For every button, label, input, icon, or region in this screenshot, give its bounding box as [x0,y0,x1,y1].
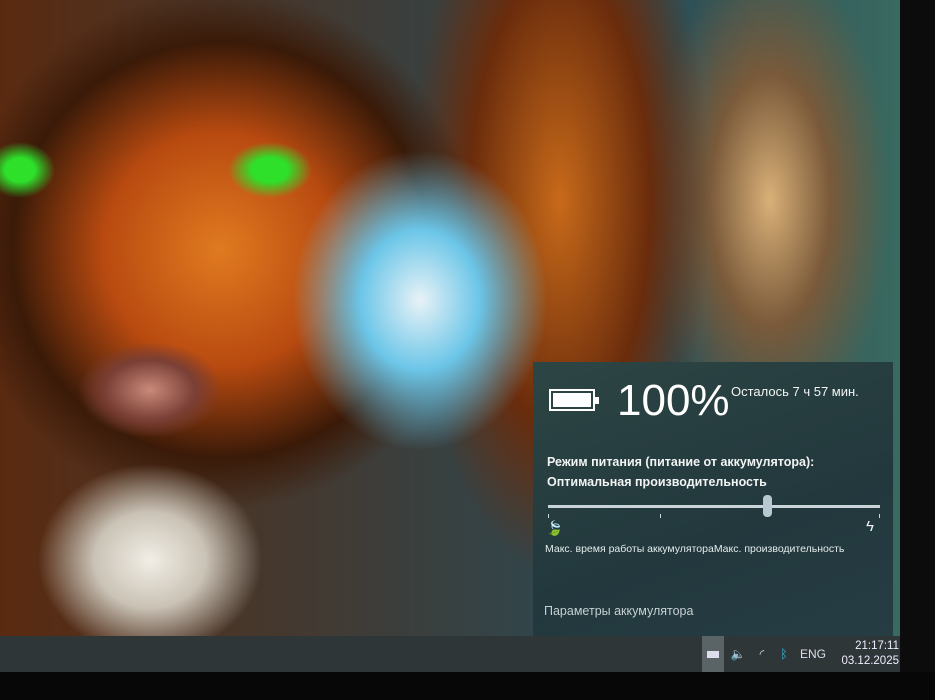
lightning-icon: ϟ [866,518,874,535]
clock[interactable]: 21:17:11 03.12.2025 [833,639,899,669]
screen-bezel-bottom [0,672,935,700]
max-battery-label: Макс. время работы аккумулятора [545,543,714,555]
power-mode-title: Режим питания (питание от аккумулятора): [547,455,815,469]
power-mode-label: Режим питания (питание от аккумулятора):… [547,452,814,492]
battery-flyout: 100% Осталось 7 ч 57 мин. Режим питания … [533,362,893,636]
slider-tick [879,514,880,518]
slider-end-labels: Макс. время работы аккумулятораМакс. про… [545,543,844,555]
battery-settings-link[interactable]: Параметры аккумулятора [544,604,693,618]
taskbar: 🔈 ◜ ᛒ ENG 21:17:11 03.12.2025 [0,636,900,672]
volume-icon[interactable]: 🔈 [727,636,749,672]
power-mode-value: Оптимальная производительность [547,475,767,489]
slider-tick [548,514,549,518]
clock-time: 21:17:11 [855,640,899,652]
time-remaining: Осталось 7 ч 57 мин. [731,384,859,399]
slider-thumb[interactable] [763,495,773,517]
clock-date: 03.12.2025 [841,655,899,667]
battery-percent: 100% [617,376,730,425]
language-indicator[interactable]: ENG [798,636,828,672]
battery-tray-icon[interactable] [702,636,724,672]
slider-tick [660,514,661,518]
screen-bezel [900,0,935,700]
power-mode-slider[interactable] [548,495,880,517]
battery-icon [549,389,599,411]
leaf-icon: 🍃 [546,520,564,536]
wifi-icon[interactable]: ◜ [752,636,772,672]
max-performance-label: Макс. производительность [713,543,845,555]
bluetooth-icon[interactable]: ᛒ [775,636,793,672]
